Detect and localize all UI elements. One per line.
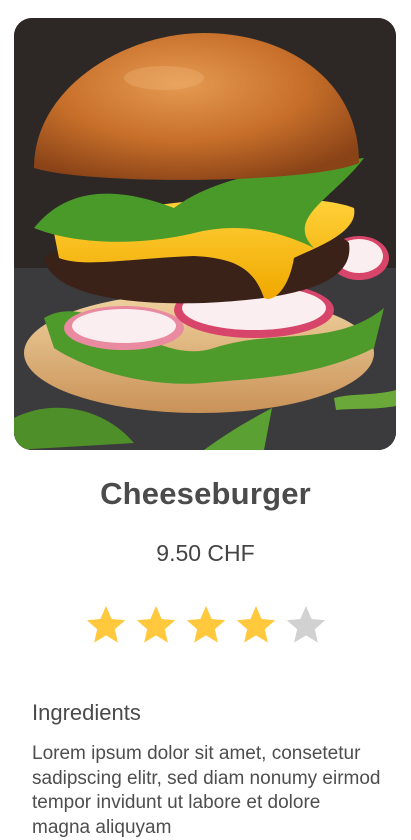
ingredients-text: Lorem ipsum dolor sit amet, consetetur s… <box>32 743 381 838</box>
star-icon[interactable] <box>283 602 329 648</box>
star-icon[interactable] <box>183 602 229 648</box>
product-image <box>14 18 396 450</box>
star-icon[interactable] <box>133 602 179 648</box>
star-icon[interactable] <box>83 602 129 648</box>
star-icon[interactable] <box>233 602 279 648</box>
product-name: Cheeseburger <box>100 476 311 511</box>
ingredients-heading: Ingredients <box>32 700 141 725</box>
rating-stars[interactable] <box>83 600 329 650</box>
product-price: 9.50 CHF <box>156 540 255 566</box>
